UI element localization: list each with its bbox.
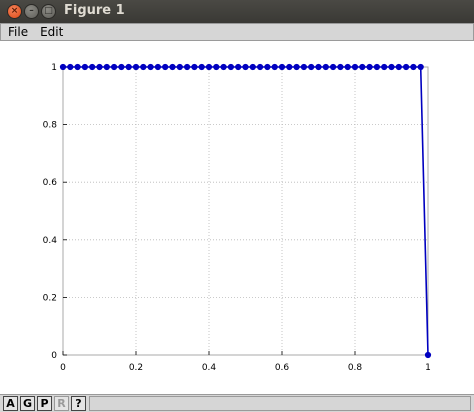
maximize-icon[interactable]: □ [41,4,56,19]
data-point [191,63,198,71]
y-tick-label: 0.6 [43,178,58,188]
menu-edit[interactable]: Edit [34,24,69,40]
data-point [257,63,264,71]
data-point [395,63,402,71]
data-point [89,63,96,71]
data-point [74,63,81,71]
data-point [410,63,417,71]
data-point [213,63,220,71]
x-tick-label: 0.6 [275,363,290,373]
data-point [154,63,161,71]
data-point [424,351,432,359]
plot-area: 0 0.2 0.4 0.6 0.8 1 0 0.2 0.4 0.6 0.8 1 [0,41,474,394]
data-point [373,63,380,71]
window-title: Figure 1 [64,3,125,18]
axes-frame [62,66,429,356]
y-tick-label: 0 [51,351,57,361]
help-button[interactable]: ? [71,396,86,411]
data-point [403,63,410,71]
data-point [103,63,110,71]
data-point [264,63,271,71]
data-point [184,63,191,71]
data-point [96,63,103,71]
data-point [308,63,315,71]
data-point [198,63,205,71]
data-point [147,63,154,71]
data-point [235,63,242,71]
data-point [351,63,359,71]
menubar: File Edit [0,23,474,41]
data-point [293,63,300,71]
data-point [242,63,249,71]
print-button[interactable]: P [37,396,52,411]
data-point [118,63,125,71]
y-tick-label: 0.8 [43,121,58,131]
data-point [67,63,74,71]
y-tick-label: 0.4 [43,236,58,246]
data-point [330,63,337,71]
x-tick-label: 1 [425,363,431,373]
data-point [249,63,256,71]
data-point [278,63,286,71]
data-point [286,63,293,71]
menu-file[interactable]: File [1,24,34,40]
data-point [125,63,132,71]
data-point [205,63,213,71]
series-line [63,66,429,356]
data-point [344,63,351,71]
data-point [315,63,322,71]
grid-button[interactable]: G [20,396,35,411]
data-point [359,63,366,71]
data-point [337,63,344,71]
y-tick-label: 1 [51,63,57,73]
close-icon[interactable]: × [7,4,22,19]
y-tick-label: 0.2 [43,293,57,303]
data-point [388,63,395,71]
data-point [176,63,183,71]
data-point [132,63,140,71]
data-point [220,63,227,71]
x-tick-label: 0 [60,363,66,373]
line-chart: 0 0.2 0.4 0.6 0.8 1 0 0.2 0.4 0.6 0.8 1 [43,63,432,373]
data-point [366,63,373,71]
x-tick-label: 0.2 [129,363,143,373]
data-point [417,63,424,71]
data-point [59,63,67,71]
window-titlebar: × – □ Figure 1 [0,0,474,23]
x-tick-label: 0.8 [348,363,363,373]
data-point [81,63,89,71]
data-point [111,63,118,71]
data-point [381,63,388,71]
reset-button[interactable]: R [54,396,69,411]
data-point [271,63,278,71]
data-point [322,63,329,71]
data-point [162,63,169,71]
status-bar [89,396,471,411]
data-point [227,63,234,71]
toolbar: A G P R ? [0,394,474,412]
data-point [300,63,307,71]
data-point [140,63,147,71]
minimize-icon[interactable]: – [24,4,39,19]
x-tick-label: 0.4 [202,363,217,373]
axes-button[interactable]: A [3,396,18,411]
data-point [169,63,176,71]
